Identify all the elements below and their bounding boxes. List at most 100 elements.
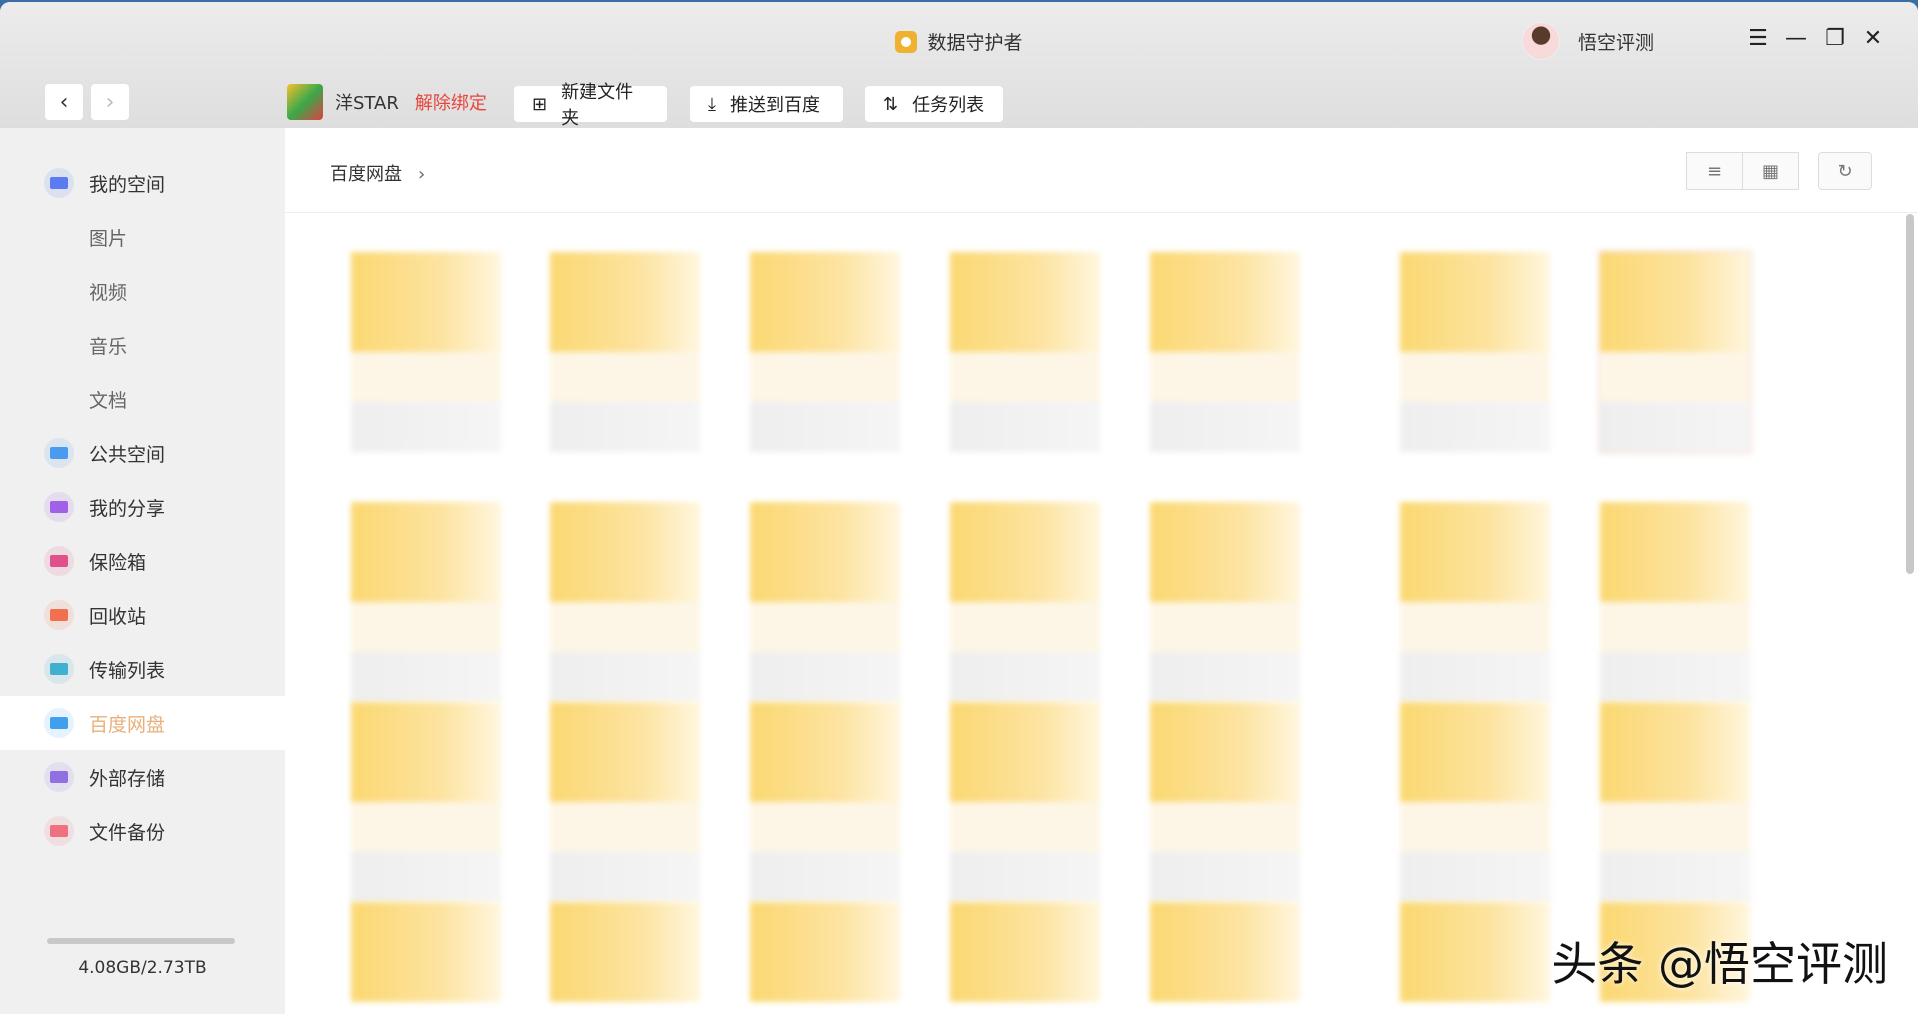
folder-spacer — [351, 602, 501, 652]
folder-icon — [351, 902, 501, 1002]
chevron-right-icon: › — [418, 164, 426, 185]
avatar[interactable] — [1522, 22, 1560, 60]
folder-name-blurred — [550, 652, 700, 702]
forward-button[interactable]: › — [91, 84, 129, 120]
folder-item[interactable] — [750, 902, 900, 1002]
folder-icon — [1400, 902, 1550, 1002]
sort-arrows-icon: ⇅ — [883, 93, 899, 115]
folder-icon — [750, 502, 900, 602]
folder-item[interactable] — [550, 702, 700, 902]
folder-item[interactable] — [1150, 902, 1300, 1002]
folder-icon — [351, 252, 501, 352]
folder-item[interactable] — [1400, 502, 1550, 702]
folder-item[interactable] — [750, 702, 900, 902]
folder-item[interactable] — [750, 252, 900, 452]
folder-item[interactable] — [1400, 902, 1550, 1002]
minimize-button[interactable]: — — [1781, 26, 1811, 51]
sidebar-item-label: 音乐 — [89, 335, 128, 358]
sidebar-item[interactable]: 音乐 — [0, 318, 285, 372]
back-button[interactable]: ‹ — [45, 84, 83, 120]
menu-icon[interactable]: ☰ — [1743, 26, 1773, 51]
transfer-icon — [44, 654, 74, 684]
sidebar-item[interactable]: 回收站 — [0, 588, 285, 642]
sidebar-item[interactable]: 文件备份 — [0, 804, 285, 858]
sidebar-item-label: 外部存储 — [89, 767, 166, 790]
folder-name-blurred — [950, 402, 1100, 452]
folder-name-blurred — [1600, 652, 1750, 702]
folder-name-blurred — [950, 652, 1100, 702]
folder-name-blurred — [1400, 652, 1550, 702]
folder-item[interactable] — [950, 702, 1100, 902]
folder-spacer — [351, 802, 501, 852]
folder-item[interactable] — [1150, 702, 1300, 902]
folder-item[interactable] — [351, 902, 501, 1002]
restore-button[interactable]: ❐ — [1820, 26, 1850, 51]
sidebar-item[interactable]: 百度网盘 — [0, 696, 285, 750]
sidebar-item[interactable]: 我的分享 — [0, 480, 285, 534]
sidebar-item[interactable]: 保险箱 — [0, 534, 285, 588]
scrollbar[interactable] — [1906, 214, 1914, 574]
folder-item[interactable] — [1150, 252, 1300, 452]
folder-item[interactable] — [550, 502, 700, 702]
folder-icon — [1150, 702, 1300, 802]
grid-view-button[interactable]: ▦ — [1742, 152, 1799, 190]
sidebar-item-label: 传输列表 — [89, 659, 166, 682]
watermark: 头条 @悟空评测 — [1551, 937, 1888, 991]
breadcrumb[interactable]: 百度网盘 › — [330, 160, 425, 186]
account-name: 洋STAR — [335, 93, 399, 114]
folder-icon — [550, 252, 700, 352]
folder-item[interactable] — [1400, 702, 1550, 902]
folder-icon — [1400, 502, 1550, 602]
folder-spacer — [550, 802, 700, 852]
folder-item[interactable] — [550, 902, 700, 1002]
folder-item[interactable] — [351, 702, 501, 902]
sidebar-item[interactable]: 我的空间 — [0, 156, 285, 210]
sidebar-item[interactable]: 公共空间 — [0, 426, 285, 480]
new-folder-button[interactable]: ⊞ 新建文件夹 — [514, 82, 667, 129]
unbind-link[interactable]: 解除绑定 — [415, 89, 487, 115]
folder-icon — [351, 502, 501, 602]
folder-item[interactable] — [351, 502, 501, 702]
app-title-text: 数据守护者 — [927, 32, 1023, 54]
close-button[interactable]: ✕ — [1858, 26, 1888, 51]
folder-icon — [1600, 252, 1750, 352]
user-profile[interactable]: 悟空评测 — [1522, 22, 1654, 60]
paper-plane-icon — [44, 438, 74, 468]
sidebar-item[interactable]: 文档 — [0, 372, 285, 426]
storage-usage: 4.08GB/2.73TB — [78, 958, 207, 978]
folder-icon — [1600, 502, 1750, 602]
folder-item[interactable] — [351, 252, 501, 452]
task-list-button[interactable]: ⇅ 任务列表 — [865, 86, 1003, 122]
folder-item[interactable] — [750, 502, 900, 702]
folder-spacer — [550, 352, 700, 402]
sidebar-item[interactable]: 传输列表 — [0, 642, 285, 696]
folder-spacer — [1150, 602, 1300, 652]
push-to-baidu-button[interactable]: ⤓ 推送到百度 — [690, 86, 843, 122]
refresh-button[interactable]: ↻ — [1818, 152, 1872, 190]
title-bar: 数据守护者 悟空评测 ☰ — ❐ ✕ ‹ › 洋STAR 解除绑定 ⊞ 新建文件夹… — [0, 2, 1918, 129]
folder-icon — [1600, 702, 1750, 802]
sidebar-item-label: 文档 — [89, 389, 128, 412]
sidebar-item-label: 我的空间 — [89, 173, 166, 196]
folder-item[interactable] — [950, 502, 1100, 702]
folder-icon — [750, 702, 900, 802]
folder-item[interactable] — [1600, 702, 1750, 902]
sidebar-item[interactable]: 图片 — [0, 210, 285, 264]
breadcrumb-item[interactable]: 百度网盘 — [330, 164, 402, 185]
folder-item[interactable] — [950, 902, 1100, 1002]
folder-spacer — [351, 352, 501, 402]
list-view-button[interactable]: ≡ — [1686, 152, 1743, 190]
folder-item[interactable] — [550, 252, 700, 452]
folder-item[interactable] — [1598, 250, 1752, 454]
folder-item[interactable] — [950, 252, 1100, 452]
sidebar-item-label: 我的分享 — [89, 497, 166, 520]
my-space-icon — [44, 168, 74, 198]
folder-name-blurred — [750, 402, 900, 452]
user-name: 悟空评测 — [1578, 31, 1655, 54]
folder-item[interactable] — [1150, 502, 1300, 702]
folder-item[interactable] — [1400, 252, 1550, 452]
sidebar-item[interactable]: 外部存储 — [0, 750, 285, 804]
folder-item[interactable] — [1600, 502, 1750, 702]
baidu-account: 洋STAR 解除绑定 — [287, 84, 487, 120]
sidebar-item[interactable]: 视频 — [0, 264, 285, 318]
